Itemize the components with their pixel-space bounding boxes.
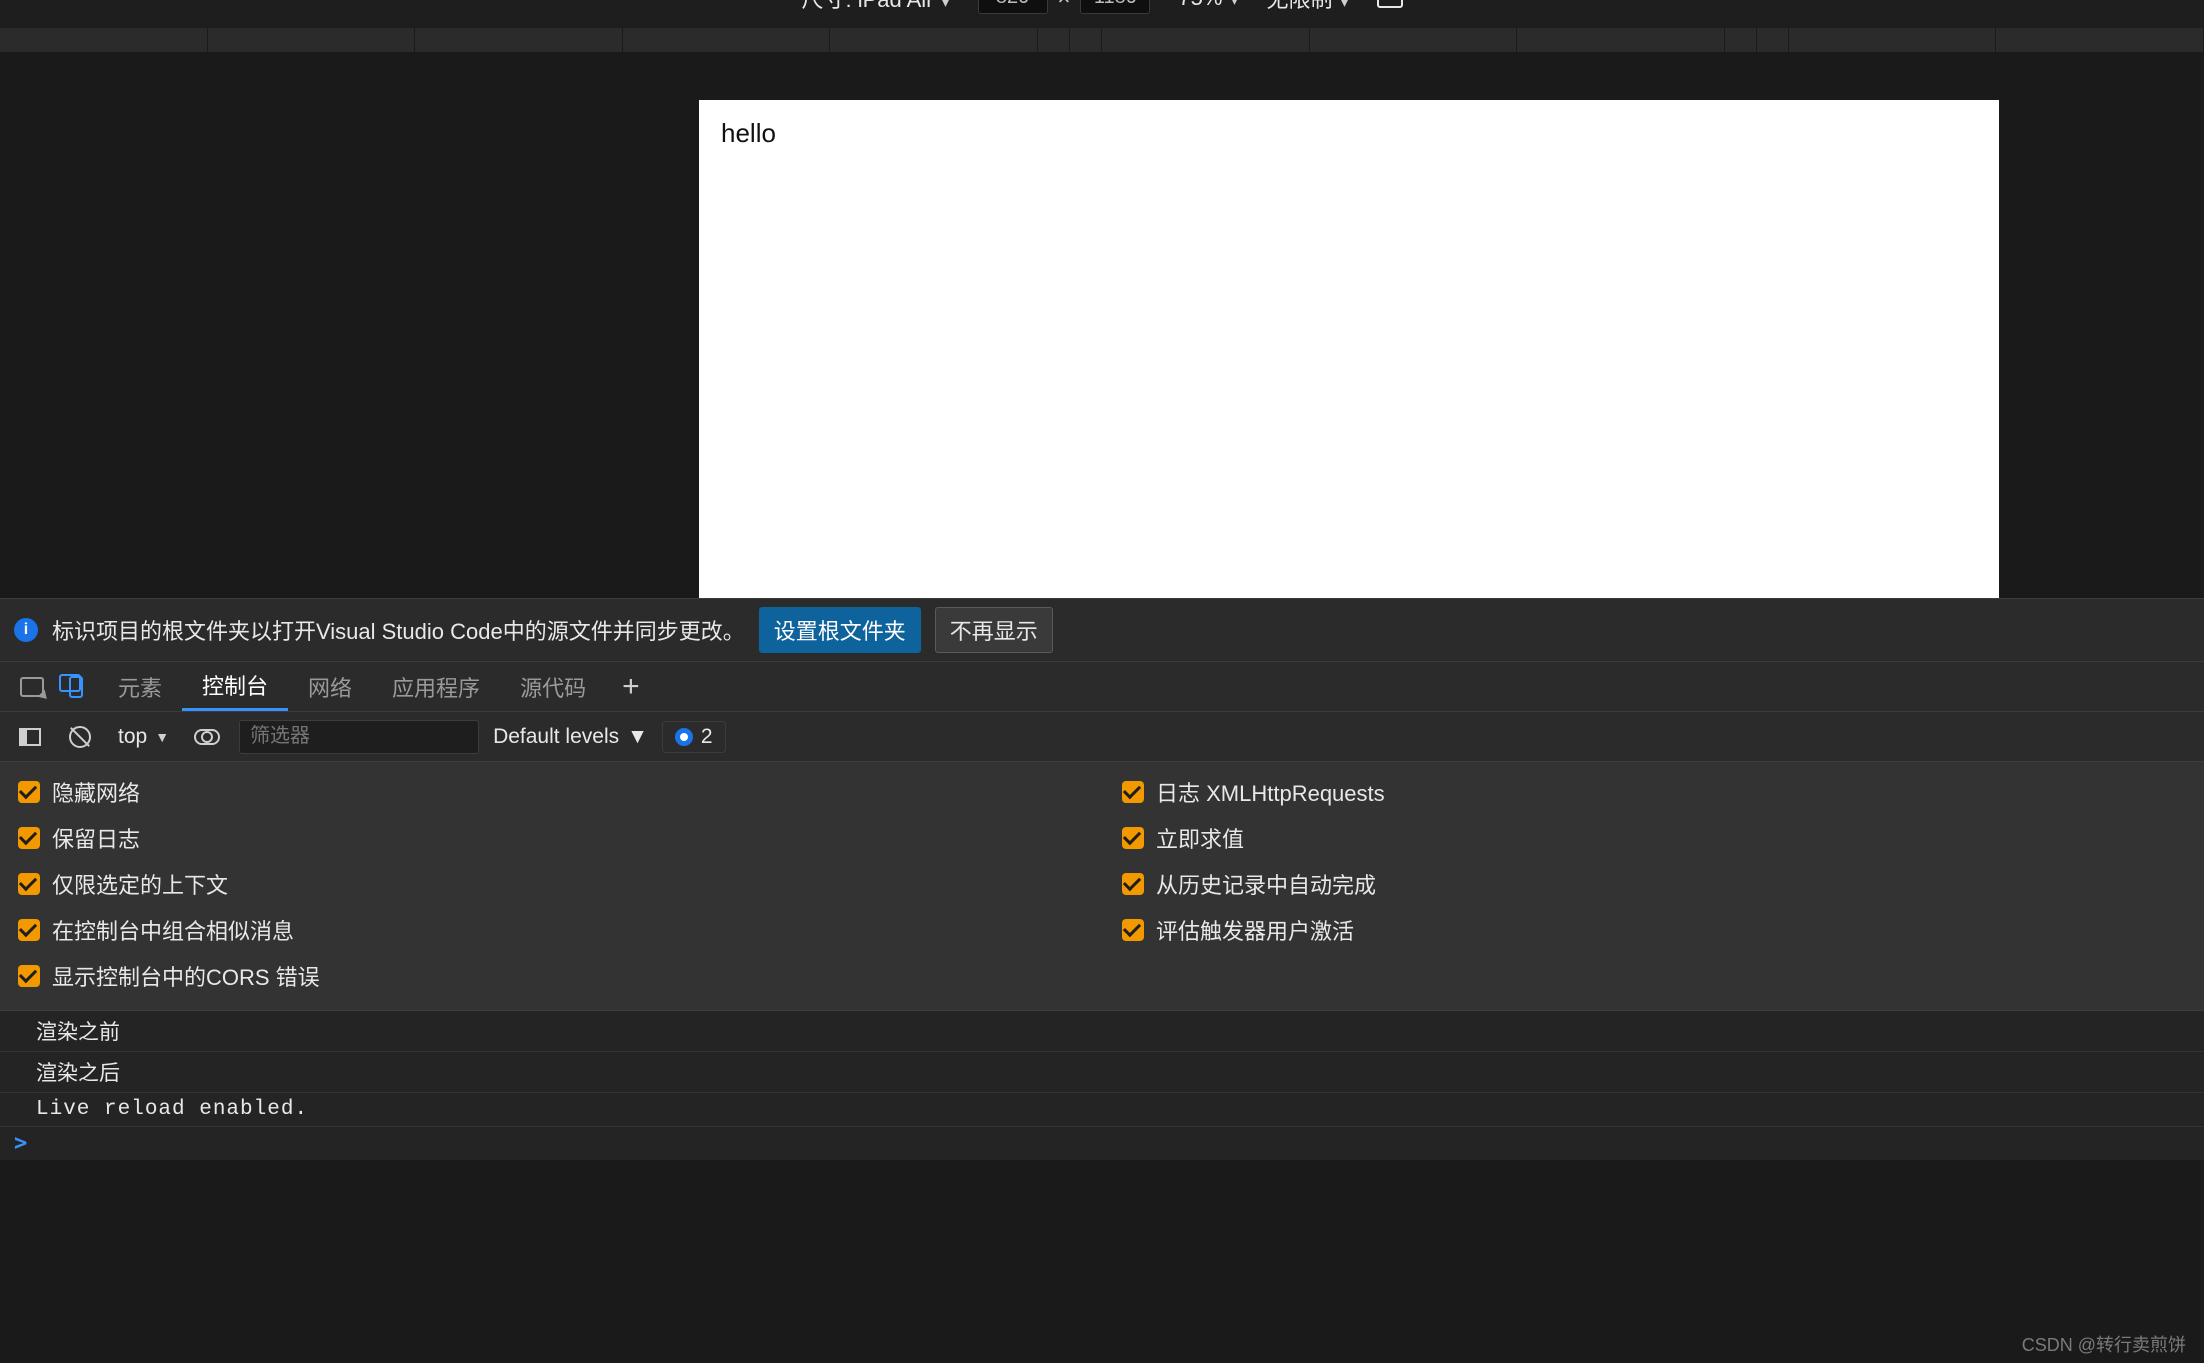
console-settings-panel: 隐藏网络 保留日志 仅限选定的上下文 在控制台中组合相似消息 显示控制台中的CO… — [0, 762, 2204, 1011]
device-icon — [69, 676, 83, 698]
checkbox-label: 仅限选定的上下文 — [52, 868, 228, 900]
rotate-icon — [1377, 0, 1403, 8]
eye-icon — [194, 729, 220, 745]
checkbox-label: 评估触发器用户激活 — [1156, 914, 1354, 946]
levels-label: Default levels — [493, 725, 619, 749]
clear-console-button[interactable] — [62, 719, 98, 755]
tab-sources[interactable]: 源代码 — [500, 662, 606, 711]
checkbox-input[interactable] — [18, 965, 40, 987]
device-toolbar: 尺寸: iPad Air 820 × 1180 75% 无限制 — [0, 0, 2204, 28]
checkbox-input[interactable] — [18, 919, 40, 941]
checkbox-input[interactable] — [1122, 781, 1144, 803]
checkbox-label: 隐藏网络 — [52, 776, 140, 808]
checkbox-preserve-log[interactable]: 保留日志 — [18, 822, 1082, 854]
checkbox-input[interactable] — [18, 781, 40, 803]
set-root-folder-button[interactable]: 设置根文件夹 — [759, 607, 921, 653]
dimension-x: × — [1058, 0, 1071, 11]
rendered-page[interactable]: hello — [699, 100, 1999, 598]
chevron-down-icon: ▼ — [155, 729, 169, 745]
toggle-device-toolbar-button[interactable] — [54, 665, 98, 709]
infobar: i 标识项目的根文件夹以打开Visual Studio Code中的源文件并同步… — [0, 598, 2204, 662]
checkbox-input[interactable] — [18, 873, 40, 895]
settings-left-column: 隐藏网络 保留日志 仅限选定的上下文 在控制台中组合相似消息 显示控制台中的CO… — [18, 776, 1082, 992]
more-tabs-button[interactable]: + — [606, 670, 656, 704]
console-filter-input[interactable] — [239, 720, 479, 754]
tab-network[interactable]: 网络 — [288, 662, 372, 711]
checkbox-label: 日志 XMLHttpRequests — [1156, 776, 1385, 808]
tab-application[interactable]: 应用程序 — [372, 662, 500, 711]
log-levels-select[interactable]: Default levels ▼ — [493, 725, 648, 749]
watermark: CSDN @转行卖煎饼 — [2022, 1331, 2186, 1357]
page-content-text: hello — [721, 118, 776, 148]
checkbox-eager-eval[interactable]: 立即求值 — [1122, 822, 2186, 854]
context-label: top — [118, 725, 147, 749]
issue-dot-icon — [675, 728, 693, 746]
checkbox-input[interactable] — [1122, 919, 1144, 941]
checkbox-hide-network[interactable]: 隐藏网络 — [18, 776, 1082, 808]
rotate-button[interactable] — [1377, 0, 1403, 10]
issues-button[interactable]: 2 — [662, 721, 726, 753]
console-prompt[interactable]: > — [0, 1127, 2204, 1160]
throttle-select[interactable]: 无限制 — [1266, 0, 1348, 10]
toggle-console-sidebar-button[interactable] — [12, 719, 48, 755]
checkbox-label: 保留日志 — [52, 822, 140, 854]
throttle-label: 无限制 — [1266, 0, 1348, 14]
checkbox-selected-context-only[interactable]: 仅限选定的上下文 — [18, 868, 1082, 900]
checkbox-label: 显示控制台中的CORS 错误 — [52, 960, 320, 992]
log-line[interactable]: 渲染之后 — [0, 1052, 2204, 1093]
console-toolbar: top ▼ Default levels ▼ 2 — [0, 712, 2204, 762]
checkbox-show-cors-errors[interactable]: 显示控制台中的CORS 错误 — [18, 960, 1082, 992]
live-expression-button[interactable] — [189, 719, 225, 755]
width-input[interactable]: 820 — [978, 0, 1048, 14]
device-label: 尺寸: iPad Air — [801, 0, 949, 14]
log-line[interactable]: 渲染之前 — [0, 1011, 2204, 1052]
console-log-area: 渲染之前 渲染之后 Live reload enabled. > — [0, 1011, 2204, 1160]
checkbox-eval-user-activation[interactable]: 评估触发器用户激活 — [1122, 914, 2186, 946]
dimensions-group: 820 × 1180 — [978, 0, 1151, 10]
checkbox-log-xhr[interactable]: 日志 XMLHttpRequests — [1122, 776, 2186, 808]
height-input[interactable]: 1180 — [1080, 0, 1150, 14]
dismiss-button[interactable]: 不再显示 — [935, 607, 1053, 653]
tab-elements[interactable]: 元素 — [98, 662, 182, 711]
checkbox-label: 从历史记录中自动完成 — [1156, 868, 1376, 900]
zoom-label: 75% — [1178, 0, 1238, 11]
clear-icon — [69, 726, 91, 748]
settings-right-column: 日志 XMLHttpRequests 立即求值 从历史记录中自动完成 评估触发器… — [1122, 776, 2186, 992]
checkbox-input[interactable] — [1122, 873, 1144, 895]
page-viewport: hello — [0, 52, 2204, 598]
checkbox-label: 在控制台中组合相似消息 — [52, 914, 294, 946]
checkbox-autocomplete-history[interactable]: 从历史记录中自动完成 — [1122, 868, 2186, 900]
infobar-message: 标识项目的根文件夹以打开Visual Studio Code中的源文件并同步更改… — [52, 614, 745, 646]
checkbox-label: 立即求值 — [1156, 822, 1244, 854]
log-line[interactable]: Live reload enabled. — [0, 1093, 2204, 1127]
zoom-select[interactable]: 75% — [1178, 0, 1238, 10]
sidebar-icon — [19, 728, 41, 746]
checkbox-input[interactable] — [1122, 827, 1144, 849]
devtools-tabstrip: 元素 控制台 网络 应用程序 源代码 + — [0, 662, 2204, 712]
issues-count: 2 — [701, 725, 713, 749]
chevron-down-icon: ▼ — [627, 725, 648, 749]
info-icon: i — [14, 618, 38, 642]
ruler — [0, 28, 2204, 52]
inspect-icon — [20, 677, 44, 697]
device-select[interactable]: 尺寸: iPad Air — [801, 0, 949, 10]
tab-console[interactable]: 控制台 — [182, 662, 288, 711]
checkbox-group-similar[interactable]: 在控制台中组合相似消息 — [18, 914, 1082, 946]
checkbox-input[interactable] — [18, 827, 40, 849]
inspect-element-button[interactable] — [10, 665, 54, 709]
execution-context-select[interactable]: top ▼ — [112, 725, 175, 749]
